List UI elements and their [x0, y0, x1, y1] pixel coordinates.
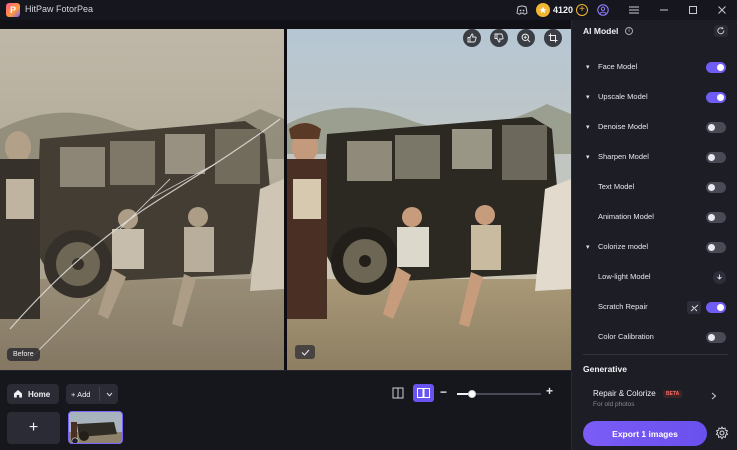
caret-down-icon[interactable]: ▾: [586, 243, 590, 251]
home-button[interactable]: Home: [7, 384, 59, 404]
caret-down-icon[interactable]: ▾: [586, 63, 590, 71]
model-label: Upscale Model: [598, 92, 648, 101]
like-icon[interactable]: [463, 29, 481, 47]
generative-heading: Generative: [583, 364, 627, 374]
model-label: Text Model: [598, 182, 635, 191]
zoom-slider[interactable]: [457, 390, 541, 398]
plus-icon: +: [28, 419, 39, 436]
coin-balance[interactable]: 4120 +: [536, 2, 589, 18]
close-icon[interactable]: [714, 2, 730, 18]
compare-check-icon[interactable]: [295, 345, 315, 359]
app-title: HitPaw FotorPea: [25, 4, 94, 14]
info-icon[interactable]: i: [625, 27, 633, 35]
model-toggle[interactable]: [706, 122, 726, 133]
model-row[interactable]: ▾ Sharpen Model: [572, 142, 737, 172]
chevron-right-icon: [711, 392, 717, 402]
image-thumbnail[interactable]: [68, 411, 123, 444]
model-toggle[interactable]: [706, 332, 726, 343]
image-canvas[interactable]: Before: [0, 20, 571, 371]
zoom-out-button[interactable]: −: [440, 385, 447, 399]
bottom-bar: Home + Add + − +: [0, 370, 571, 450]
compare-view-icon[interactable]: [413, 384, 434, 402]
model-row[interactable]: ▾ Face Model: [572, 52, 737, 82]
crop-icon[interactable]: [544, 29, 562, 47]
model-label: Low-light Model: [598, 272, 651, 281]
refresh-icon[interactable]: [714, 25, 728, 37]
home-label: Home: [28, 389, 51, 399]
after-image: [287, 29, 571, 371]
model-toggle[interactable]: [706, 182, 726, 193]
beta-badge: BETA: [663, 390, 683, 398]
dislike-icon[interactable]: [490, 29, 508, 47]
model-row[interactable]: ▾ Upscale Model: [572, 82, 737, 112]
caret-down-icon[interactable]: ▾: [586, 123, 590, 131]
scratch-brush-icon[interactable]: [687, 301, 701, 314]
model-toggle[interactable]: [706, 92, 726, 103]
model-row[interactable]: Color Calibration: [572, 322, 737, 352]
ai-model-panel: AI Model i ▾ Face Model ▾ Upscale Model ▾ Den…: [571, 20, 737, 450]
model-row[interactable]: Low-light Model: [572, 262, 737, 292]
divider: [583, 354, 728, 355]
model-toggle[interactable]: [706, 152, 726, 163]
model-label: Sharpen Model: [598, 152, 649, 161]
gear-icon[interactable]: [713, 424, 731, 442]
download-icon[interactable]: [713, 271, 726, 284]
panel-title: AI Model: [583, 26, 619, 36]
title-bar: P HitPaw FotorPea 4120 +: [0, 0, 737, 20]
model-label: Denoise Model: [598, 122, 649, 131]
model-row[interactable]: Scratch Repair: [572, 292, 737, 322]
home-icon: [13, 385, 23, 403]
model-label: Colorize model: [598, 242, 649, 251]
single-view-icon[interactable]: [391, 386, 405, 400]
model-toggle[interactable]: [706, 62, 726, 73]
export-button[interactable]: Export 1 images: [583, 421, 707, 446]
app-logo: P: [6, 3, 20, 17]
add-button[interactable]: + Add: [66, 384, 118, 404]
zoom-icon[interactable]: [517, 29, 535, 47]
add-image-tile[interactable]: +: [7, 412, 60, 444]
minimize-icon[interactable]: [656, 2, 672, 18]
model-label: Face Model: [598, 62, 638, 71]
repair-colorize-title: Repair & Colorize: [593, 389, 656, 398]
model-label: Color Calibration: [598, 332, 654, 341]
maximize-icon[interactable]: [685, 2, 701, 18]
add-coins-icon[interactable]: +: [576, 4, 589, 16]
model-toggle[interactable]: [706, 212, 726, 223]
coin-icon: [536, 3, 550, 17]
zoom-slider-handle[interactable]: [468, 390, 477, 398]
model-label: Scratch Repair: [598, 302, 648, 311]
model-row[interactable]: Text Model: [572, 172, 737, 202]
model-toggle[interactable]: [706, 302, 726, 313]
menu-icon[interactable]: [626, 2, 642, 18]
model-label: Animation Model: [598, 212, 654, 221]
model-toggle[interactable]: [706, 242, 726, 253]
before-label: Before: [7, 348, 40, 361]
chevron-down-icon[interactable]: [103, 388, 115, 400]
coin-count: 4120: [553, 5, 574, 15]
account-icon[interactable]: [595, 2, 611, 18]
discord-icon[interactable]: [514, 2, 530, 18]
repair-colorize-subtitle: For old photos: [593, 401, 635, 408]
zoom-in-button[interactable]: +: [546, 384, 553, 398]
model-row[interactable]: Animation Model: [572, 202, 737, 232]
before-image: [0, 29, 284, 371]
model-row[interactable]: ▾ Denoise Model: [572, 112, 737, 142]
caret-down-icon[interactable]: ▾: [586, 153, 590, 161]
model-row[interactable]: ▾ Colorize model: [572, 232, 737, 262]
add-label: + Add: [71, 390, 91, 399]
caret-down-icon[interactable]: ▾: [586, 93, 590, 101]
